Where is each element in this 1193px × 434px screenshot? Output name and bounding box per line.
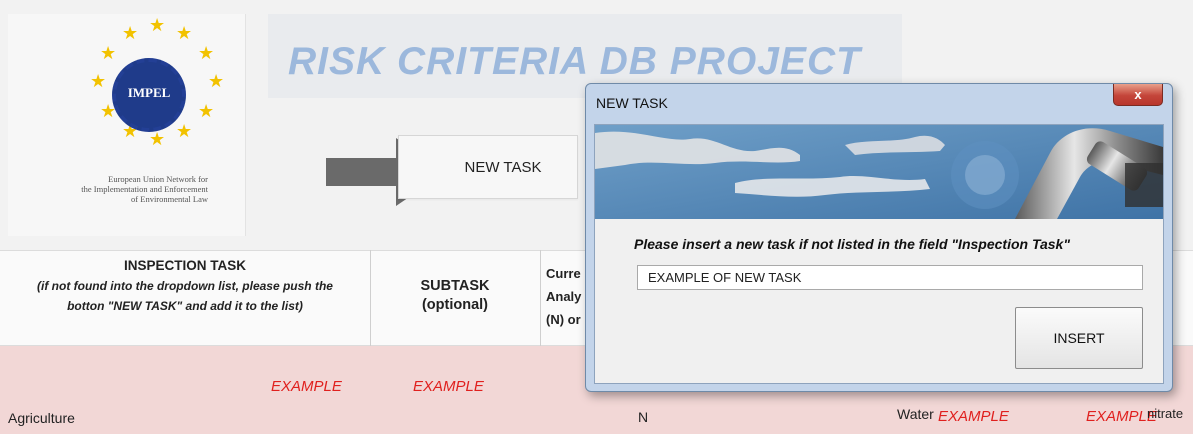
impel-logo: ★ ★ ★ ★ ★ ★ ★ ★ ★ ★ ★ ★ IMPEL European U… <box>8 14 246 236</box>
logo-caption-line: the Implementation and Enforcement <box>81 184 208 194</box>
new-task-dialog: NEW TASK x Please insert a new task if n… <box>585 83 1173 392</box>
logo-caption-line: of Environmental Law <box>131 194 208 204</box>
subtask-header-note: (optional) <box>421 297 489 313</box>
close-icon[interactable]: x <box>1113 84 1163 106</box>
current-analysis-cell[interactable]: N <box>638 409 648 425</box>
star-icon: ★ <box>198 101 215 121</box>
inspection-task-header-note: botton "NEW TASK" and add it to the list… <box>67 299 303 313</box>
header-fragment: Curre <box>546 266 581 281</box>
inspection-task-header-title: INSPECTION TASK <box>123 258 246 273</box>
star-icon: ★ <box>198 43 215 63</box>
new-task-button[interactable]: NEW TASK <box>398 135 578 199</box>
logo-text: IMPEL <box>127 85 171 100</box>
pollutant-cell[interactable]: nitrate <box>1147 406 1183 421</box>
inspection-task-header: INSPECTION TASK (if not found into the d… <box>0 258 370 316</box>
page-title: RISK CRITERIA DB PROJECT <box>288 40 861 83</box>
insert-button[interactable]: INSERT <box>1015 307 1143 369</box>
inspection-task-cell[interactable]: Agriculture <box>8 410 75 426</box>
star-icon: ★ <box>149 15 166 35</box>
current-analysis-header: Curre Analy (N) or <box>546 262 581 331</box>
star-icon: ★ <box>176 121 193 141</box>
example-label: EXAMPLE <box>271 378 342 395</box>
header-fragment: Analy <box>546 289 582 304</box>
dialog-prompt: Please insert a new task if not listed i… <box>634 236 1070 252</box>
star-icon: ★ <box>149 129 166 149</box>
inspection-task-header-note: (if not found into the dropdown list, pl… <box>37 279 333 293</box>
logo-caption: European Union Network for the Implement… <box>8 174 208 204</box>
subtask-header-title: SUBTASK <box>420 278 490 294</box>
example-label: EXAMPLE <box>938 408 1009 425</box>
star-icon: ★ <box>100 43 117 63</box>
dialog-title: NEW TASK <box>596 95 668 111</box>
logo-caption-line: European Union Network for <box>108 174 208 184</box>
star-icon: ★ <box>122 23 139 43</box>
subtask-header: SUBTASK (optional) <box>371 277 539 315</box>
example-label: EXAMPLE <box>413 378 484 395</box>
media-cell[interactable]: Water <box>897 406 934 422</box>
banner-map-image <box>595 125 1163 219</box>
header-fragment: (N) or <box>546 312 581 327</box>
dialog-body: Please insert a new task if not listed i… <box>594 124 1164 384</box>
star-icon: ★ <box>208 71 225 91</box>
star-icon: ★ <box>90 71 107 91</box>
new-task-input[interactable] <box>637 265 1143 290</box>
star-icon: ★ <box>176 23 193 43</box>
